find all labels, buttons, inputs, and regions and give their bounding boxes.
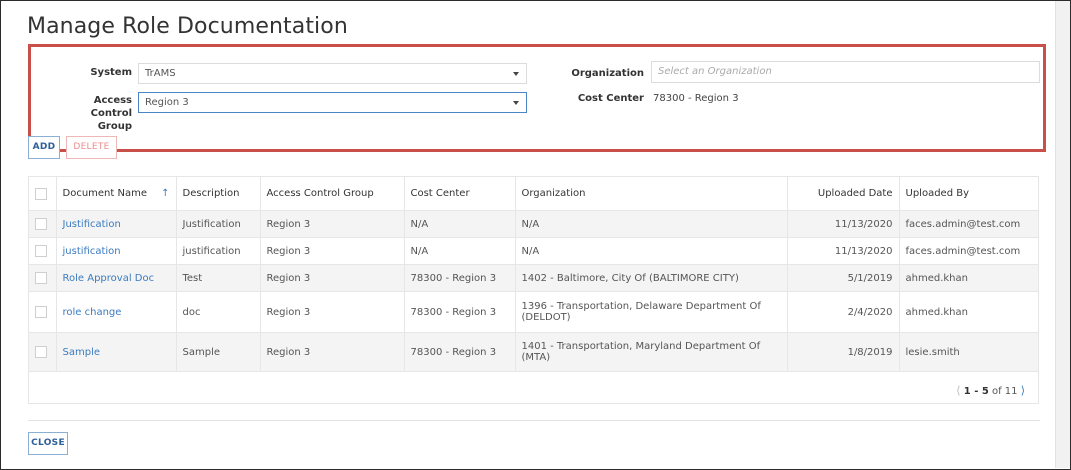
column-header-description[interactable]: Description — [176, 177, 261, 211]
uploaded-by-cell: faces.admin@test.com — [899, 210, 1038, 238]
row-checkbox[interactable] — [35, 245, 47, 257]
cost-center-value: 78300 - Region 3 — [653, 93, 739, 104]
cost-center-label: Cost Center — [577, 93, 644, 104]
document-link[interactable]: Justification — [63, 219, 121, 230]
uploaded-date-cell: 2/4/2020 — [787, 291, 900, 333]
access-control-group-cell: Region 3 — [260, 332, 405, 372]
row-checkbox[interactable] — [35, 306, 47, 318]
chevron-left-icon[interactable]: ⟨ — [956, 384, 960, 397]
pagination-range: 1 - 5 — [963, 386, 989, 397]
delete-button[interactable]: DELETE — [66, 136, 117, 159]
pagination: ⟨ 1 - 5 of 11 ⟩ — [956, 384, 1025, 397]
column-header-uploaded-by[interactable]: Uploaded By — [899, 177, 1038, 211]
organization-cell: 1402 - Baltimore, City Of (BALTIMORE CIT… — [515, 264, 788, 292]
cost-center-cell: N/A — [404, 237, 516, 265]
uploaded-by-cell: lesie.smith — [899, 332, 1038, 372]
document-link[interactable]: justification — [63, 246, 121, 257]
caret-down-icon — [513, 101, 519, 105]
system-value: TrAMS — [145, 68, 176, 79]
uploaded-date-cell: 11/13/2020 — [787, 237, 900, 265]
uploaded-date-cell: 1/8/2019 — [787, 332, 900, 372]
description-cell: Test — [176, 264, 261, 292]
row-checkbox[interactable] — [35, 218, 47, 230]
column-header-uploaded-date[interactable]: Uploaded Date — [787, 177, 900, 211]
description-cell: justification — [176, 237, 261, 265]
row-checkbox[interactable] — [35, 346, 47, 358]
cost-center-cell: N/A — [404, 210, 516, 238]
chevron-right-icon[interactable]: ⟩ — [1021, 384, 1025, 397]
table-row: role change doc Region 3 78300 - Region … — [29, 291, 1038, 333]
cost-center-cell: 78300 - Region 3 — [404, 291, 516, 333]
documents-table-panel: Document Name ↑ Description Access Contro… — [28, 176, 1039, 404]
add-button[interactable]: ADD — [28, 136, 60, 159]
organization-cell: N/A — [515, 210, 788, 238]
table-row: Role Approval Doc Test Region 3 78300 - … — [29, 264, 1038, 292]
cost-center-cell: 78300 - Region 3 — [404, 332, 516, 372]
access-control-group-cell: Region 3 — [260, 291, 405, 333]
uploaded-by-cell: ahmed.khan — [899, 264, 1038, 292]
system-label: System — [90, 67, 132, 78]
uploaded-by-cell: ahmed.khan — [899, 291, 1038, 333]
organization-cell: N/A — [515, 237, 788, 265]
select-all-cell[interactable] — [29, 177, 57, 211]
page-title: Manage Role Documentation — [27, 14, 348, 39]
access-control-group-value: Region 3 — [145, 97, 189, 108]
organization-cell: 1401 - Transportation, Maryland Departme… — [515, 332, 788, 372]
access-control-group-cell: Region 3 — [260, 210, 405, 238]
vertical-scrollbar[interactable] — [1055, 1, 1070, 468]
document-link[interactable]: role change — [63, 307, 122, 318]
document-link[interactable]: Sample — [63, 347, 101, 358]
uploaded-date-cell: 11/13/2020 — [787, 210, 900, 238]
description-cell: doc — [176, 291, 261, 333]
uploaded-by-cell: faces.admin@test.com — [899, 237, 1038, 265]
cost-center-cell: 78300 - Region 3 — [404, 264, 516, 292]
access-control-group-select[interactable]: Region 3 — [138, 92, 527, 113]
access-control-group-cell: Region 3 — [260, 264, 405, 292]
access-control-group-label: Access Control Group — [90, 95, 132, 132]
pagination-total: of 11 — [991, 386, 1018, 397]
table-row: Justification Justification Region 3 N/A… — [29, 210, 1038, 238]
organization-label: Organization — [571, 68, 644, 79]
column-header-document-name[interactable]: Document Name ↑ — [56, 177, 177, 211]
organization-cell: 1396 - Transportation, Delaware Departme… — [515, 291, 788, 333]
uploaded-date-cell: 5/1/2019 — [787, 264, 900, 292]
table-header-row: Document Name ↑ Description Access Contro… — [29, 177, 1038, 211]
footer-divider — [28, 420, 1040, 421]
description-cell: Sample — [176, 332, 261, 372]
system-select[interactable]: TrAMS — [138, 63, 527, 84]
select-all-checkbox[interactable] — [35, 187, 47, 200]
organization-placeholder: Select an Organization — [658, 66, 772, 77]
access-control-group-cell: Region 3 — [260, 237, 405, 265]
caret-down-icon — [513, 72, 519, 76]
column-header-cost-center[interactable]: Cost Center — [404, 177, 516, 211]
documents-table: Document Name ↑ Description Access Contro… — [29, 177, 1038, 372]
column-header-access-control-group[interactable]: Access Control Group — [260, 177, 405, 211]
document-link[interactable]: Role Approval Doc — [63, 273, 155, 284]
table-row: Sample Sample Region 3 78300 - Region 3 … — [29, 332, 1038, 372]
table-row: justification justification Region 3 N/A… — [29, 237, 1038, 265]
organization-input[interactable]: Select an Organization — [651, 61, 1040, 83]
close-button[interactable]: CLOSE — [28, 432, 68, 455]
arrow-up-icon: ↑ — [161, 188, 170, 199]
row-checkbox[interactable] — [35, 272, 47, 284]
description-cell: Justification — [176, 210, 261, 238]
column-header-organization[interactable]: Organization — [515, 177, 788, 211]
